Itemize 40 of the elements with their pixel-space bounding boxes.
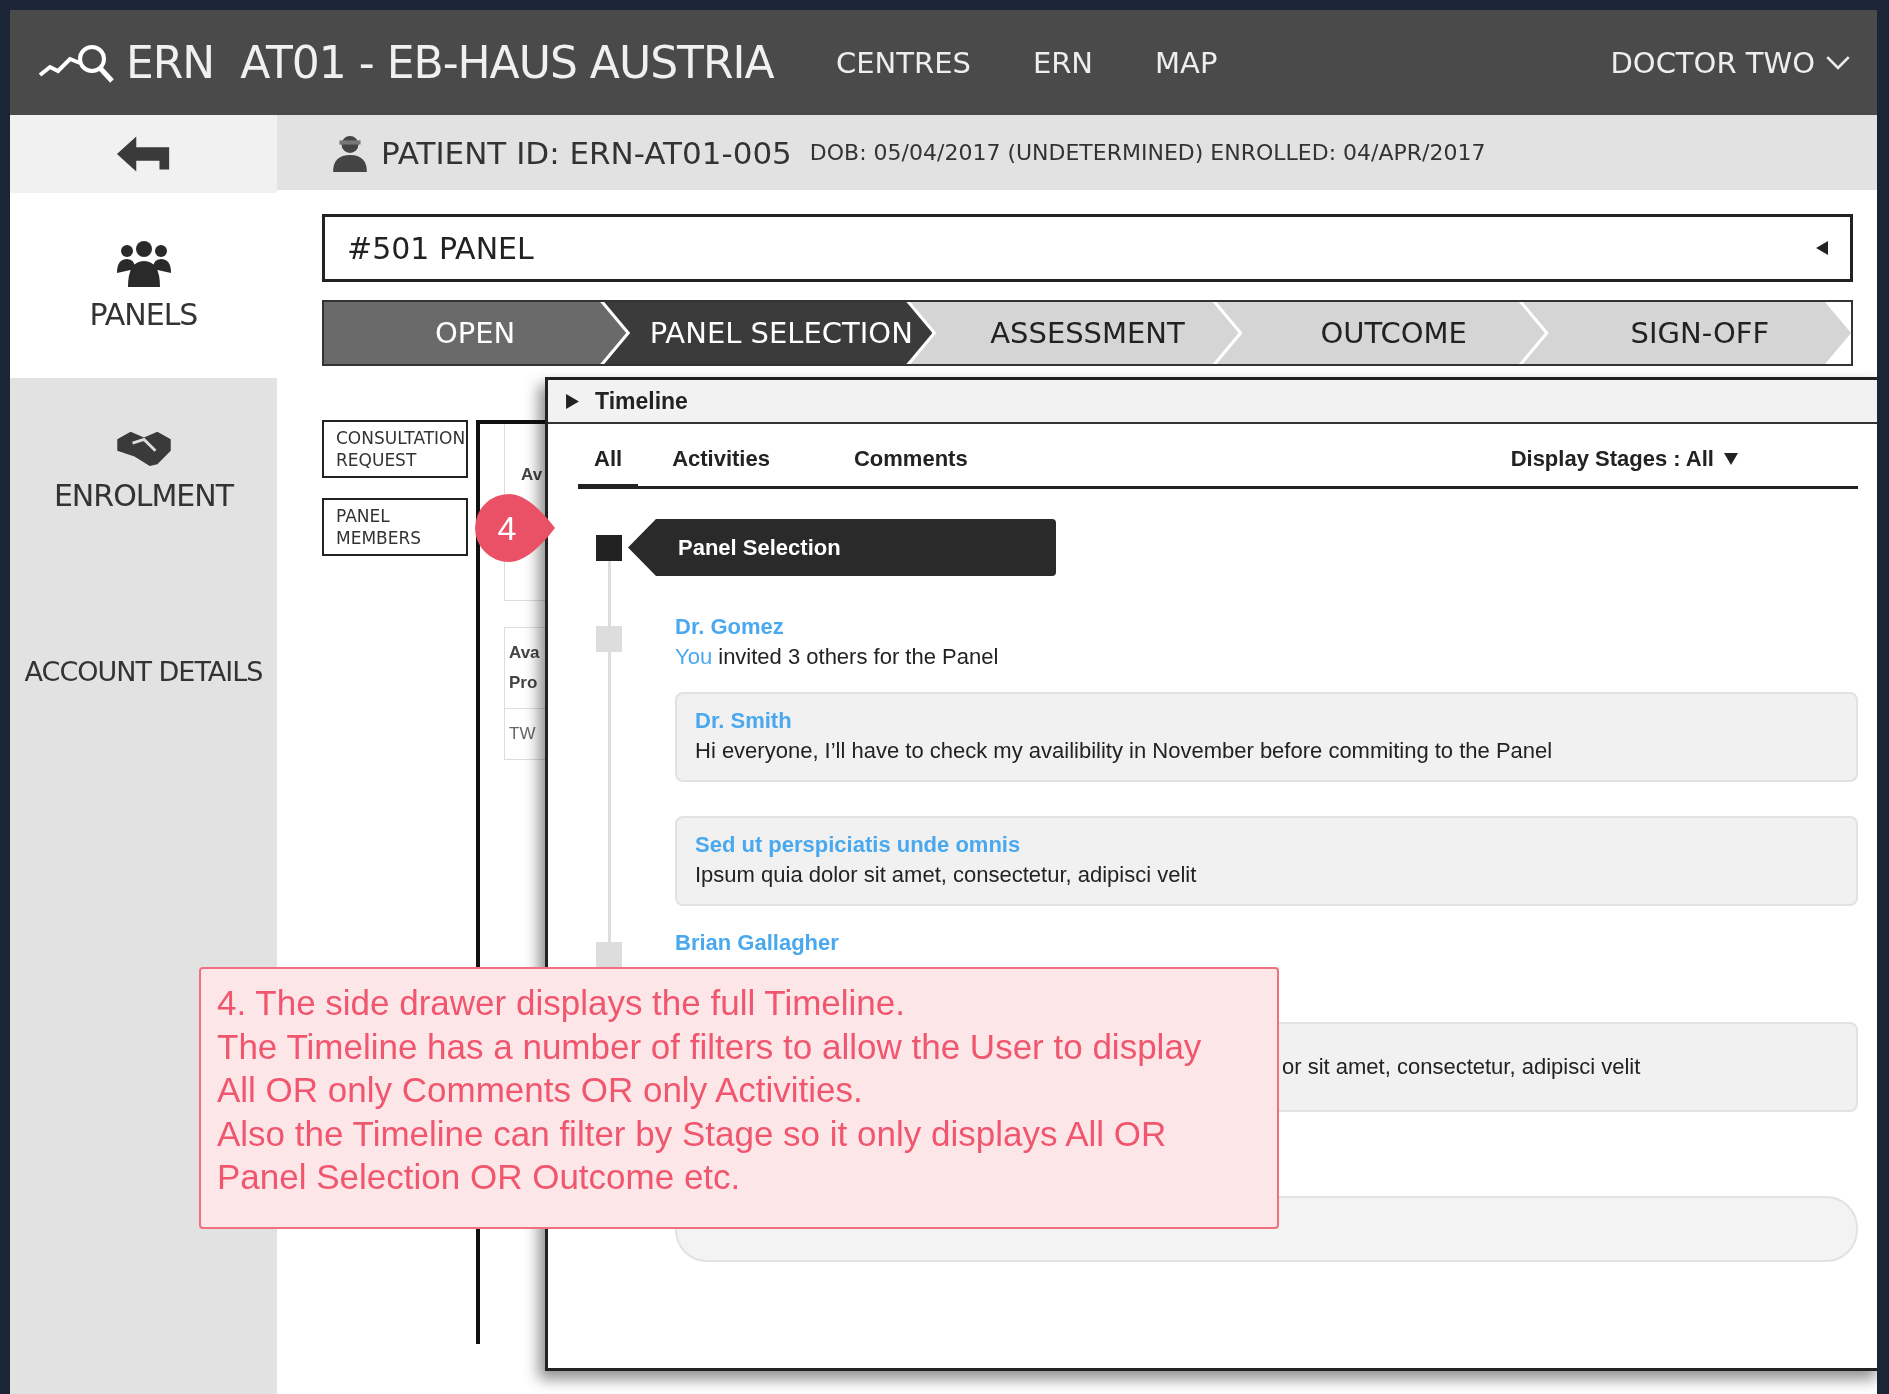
nav-link[interactable]: MAP — [1155, 45, 1218, 80]
patient-id: PATIENT ID: ERN-AT01-005 — [381, 134, 792, 171]
nav-link[interactable]: ERN — [1032, 45, 1094, 80]
caret-down-icon — [1724, 453, 1738, 465]
comment-text: Hi everyone, I’ll have to check my availibility in November before commiting to the Panel — [695, 738, 1554, 764]
event-text: You invited 3 others for the Panel — [675, 644, 999, 670]
sidebar-item[interactable] — [10, 115, 277, 193]
stepper-step[interactable]: PANEL SELECTION — [604, 302, 933, 364]
user-menu[interactable]: DOCTOR TWO — [1604, 44, 1857, 81]
comment-text: or sit amet, consectetur, adipisci velit — [1282, 1054, 1642, 1080]
person-icon — [331, 133, 369, 172]
section-tab[interactable]: CONSULTATION REQUEST — [322, 420, 468, 478]
card-text: Ava — [509, 642, 540, 664]
filter-tab[interactable]: Comments — [837, 443, 984, 489]
panel-dropdown[interactable]: #501 PANEL — [322, 214, 1853, 282]
card-text: Av — [521, 464, 543, 486]
stage-banner: Panel Selection — [628, 519, 1056, 576]
filter-tab[interactable]: All — [578, 443, 639, 489]
stepper-step[interactable]: OPEN — [324, 302, 627, 364]
stepper-step[interactable]: ASSESSMENT — [910, 302, 1239, 364]
stage-marker — [596, 534, 622, 561]
comment-text: Ipsum quia dolor sit amet, consectetur, adipisci velit — [695, 862, 1198, 888]
step-badge: 4 — [473, 492, 557, 564]
nav-link[interactable]: CENTRES — [836, 45, 971, 80]
stepper-step[interactable]: OUTCOME — [1216, 302, 1545, 364]
card-text: TW — [509, 723, 536, 745]
people-group-icon — [116, 239, 171, 287]
display-stages-dropdown[interactable]: Display Stages : All — [1510, 446, 1738, 486]
chevron-down-icon — [1825, 55, 1851, 70]
sidebar-item[interactable]: PANELS — [10, 193, 277, 378]
app-title: ERN AT01 - EB-HAUS AUSTRIA — [126, 37, 774, 88]
card-text: Pro — [509, 672, 538, 694]
expand-triangle-icon[interactable] — [566, 393, 579, 409]
annotation-tooltip: 4. The side drawer displays the full Timeline. The Timeline has a number of filters to allow the User to display All OR only Comments OR only Activities. Also the Timeline can filter by Stage so it only displays All OR Panel Selection OR Outcome etc. — [199, 967, 1279, 1229]
drawer-title: Timeline — [595, 387, 688, 415]
stepper-step[interactable]: SIGN-OFF — [1522, 302, 1851, 364]
section-tab[interactable]: PANEL MEMBERS — [322, 498, 468, 556]
filter-tab[interactable]: Activities — [656, 443, 786, 489]
patient-details: DOB: 05/04/2017 (UNDETERMINED) ENROLLED: 04/APR/2017 — [809, 140, 1486, 165]
caret-icon — [1816, 241, 1828, 255]
